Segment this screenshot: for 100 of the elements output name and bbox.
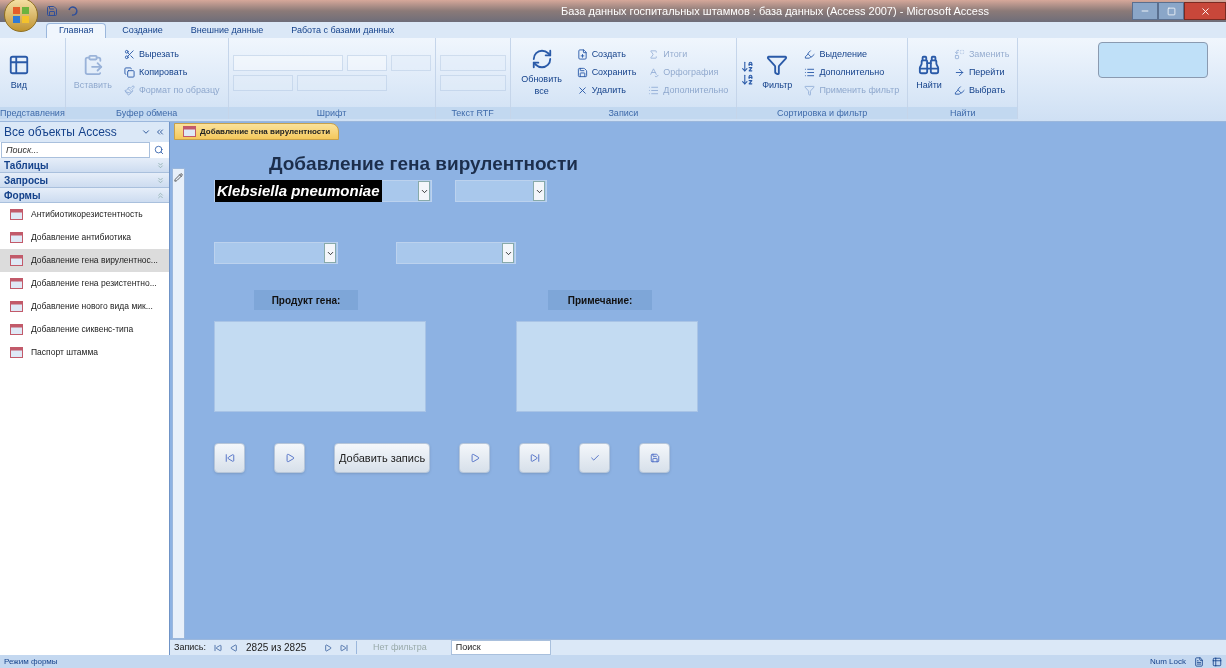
next-record-icon — [469, 453, 480, 463]
close-button[interactable] — [1184, 2, 1226, 20]
group-label: Представления — [0, 107, 65, 119]
ribbon-button[interactable]: Найти — [912, 41, 946, 104]
group-header[interactable]: Таблицы — [0, 158, 169, 173]
confirm-button[interactable] — [579, 443, 611, 473]
ribbon-button[interactable]: Удалить — [572, 81, 641, 100]
view-icon[interactable] — [1194, 656, 1204, 667]
form-icon — [183, 126, 196, 137]
ribbon-tab[interactable]: Главная — [46, 23, 107, 38]
group-label: Сортировка и фильтр — [737, 107, 908, 119]
close-icon — [1199, 5, 1211, 17]
ribbon-button[interactable]: Выделение — [800, 45, 904, 64]
search-field[interactable]: Поиск... — [1, 142, 150, 158]
search-icon[interactable] — [154, 145, 164, 155]
nav-item[interactable]: Антибиотикорезистентность — [31, 208, 143, 221]
add-record-button[interactable]: Добавить запись — [334, 443, 431, 473]
save-icon — [576, 67, 588, 78]
nav-item[interactable]: Паспорт штамма — [31, 346, 98, 359]
maximize-button[interactable] — [1158, 2, 1184, 20]
office-logo-icon — [12, 6, 30, 24]
replace-icon — [953, 49, 965, 60]
first-record-button[interactable] — [214, 443, 245, 473]
ribbon-button[interactable]: Вид — [4, 41, 34, 104]
group-header[interactable]: Запросы — [0, 173, 169, 188]
close-icon — [576, 85, 588, 96]
nav-item[interactable]: Добавление нового вида мик... — [31, 300, 153, 313]
group-label: Шрифт — [228, 107, 435, 119]
ribbon-tab[interactable]: Работа с базами данных — [279, 23, 407, 38]
window-title: База данных госпитальных штаммов : база данных (Access 2007) - Microsoft Access — [560, 3, 990, 19]
nav-item[interactable]: Добавление антибиотика — [31, 231, 131, 244]
binoculars-icon — [918, 53, 941, 76]
pencil-icon — [174, 173, 183, 182]
nav-item[interactable]: Добавление гена резистентно... — [31, 277, 157, 290]
highlighter-icon — [953, 85, 965, 96]
sigma-icon — [648, 49, 660, 60]
group-label: Найти — [908, 107, 1018, 119]
confirm-icon — [589, 453, 600, 463]
ribbon-tab[interactable]: Создание — [110, 23, 175, 38]
spellcheck-icon — [648, 67, 660, 78]
group-label: Текст RTF — [435, 107, 510, 119]
ribbon-button[interactable]: Дополнительно — [800, 63, 904, 82]
undo-icon[interactable] — [66, 5, 78, 17]
status-text: Режим формы — [4, 655, 58, 668]
list-icon — [648, 85, 660, 96]
arrow-icon — [953, 67, 965, 78]
ribbon-button[interactable]: Перейти — [949, 63, 1014, 82]
nav-item[interactable]: Добавление сиквенс-типа — [31, 323, 134, 336]
status-text: Num Lock — [1150, 655, 1186, 668]
dropdown-icon[interactable] — [141, 127, 151, 137]
search-box[interactable]: Поиск — [450, 639, 551, 656]
ribbon-button[interactable]: Сохранить — [572, 63, 641, 82]
ribbon-button[interactable]: Фильтр — [758, 41, 797, 104]
form-title: Добавление гена вирулентности — [269, 152, 578, 176]
new-file-icon — [576, 49, 588, 60]
next-record-icon[interactable] — [324, 643, 333, 652]
last-record-button[interactable] — [519, 443, 551, 473]
expand-icon — [156, 160, 165, 170]
combo-value: Klebsiella pneumoniae — [215, 179, 382, 203]
combo-box[interactable]: Klebsiella pneumoniae — [214, 180, 432, 202]
group-header[interactable]: Формы — [0, 188, 169, 203]
form-icon — [10, 324, 23, 335]
group-label: Записи — [510, 107, 737, 119]
record-selector[interactable] — [172, 168, 185, 639]
pane-title: Все объекты Access — [4, 124, 117, 141]
first-record-icon — [224, 453, 235, 463]
record-position[interactable]: 2825 из 2825 — [246, 640, 317, 655]
table-icon[interactable] — [1212, 656, 1222, 667]
highlighter-icon — [804, 49, 816, 60]
form-icon — [10, 232, 23, 243]
filter-icon — [804, 85, 816, 96]
office-button[interactable] — [4, 0, 38, 32]
previous-record-button[interactable] — [274, 443, 305, 473]
first-record-icon[interactable] — [214, 643, 223, 652]
ribbon-button[interactable]: Выбрать — [949, 81, 1014, 100]
form-icon — [10, 255, 23, 266]
save-icon[interactable] — [46, 5, 58, 17]
form-icon — [10, 278, 23, 289]
scissors-icon — [123, 49, 135, 60]
paintbrush-icon — [123, 85, 135, 96]
field-label: Примечание: — [548, 290, 652, 310]
last-record-icon[interactable] — [340, 643, 349, 652]
ribbon-button[interactable]: Создать — [572, 45, 641, 64]
collapse-icon — [156, 190, 165, 200]
next-record-button[interactable] — [459, 443, 491, 473]
ribbon-button[interactable]: Обновить все — [514, 41, 569, 104]
ribbon-button[interactable]: Вырезать — [119, 45, 224, 64]
record-label: Запись: — [174, 640, 207, 654]
collapse-icon[interactable] — [155, 127, 165, 137]
ribbon-tab[interactable]: Внешние данные — [178, 23, 276, 38]
document-tab[interactable]: Добавление гена вирулентности — [174, 123, 340, 140]
minimize-button[interactable] — [1132, 2, 1158, 20]
ribbon-button[interactable]: Копировать — [119, 63, 224, 82]
last-record-icon — [529, 453, 540, 463]
list-icon — [804, 67, 816, 78]
sort-ascending-icon[interactable] — [741, 59, 755, 73]
form-icon — [10, 209, 23, 220]
save-button[interactable] — [639, 443, 671, 473]
field-label: Продукт гена: — [254, 290, 358, 310]
sort-descending-icon[interactable] — [741, 72, 755, 86]
